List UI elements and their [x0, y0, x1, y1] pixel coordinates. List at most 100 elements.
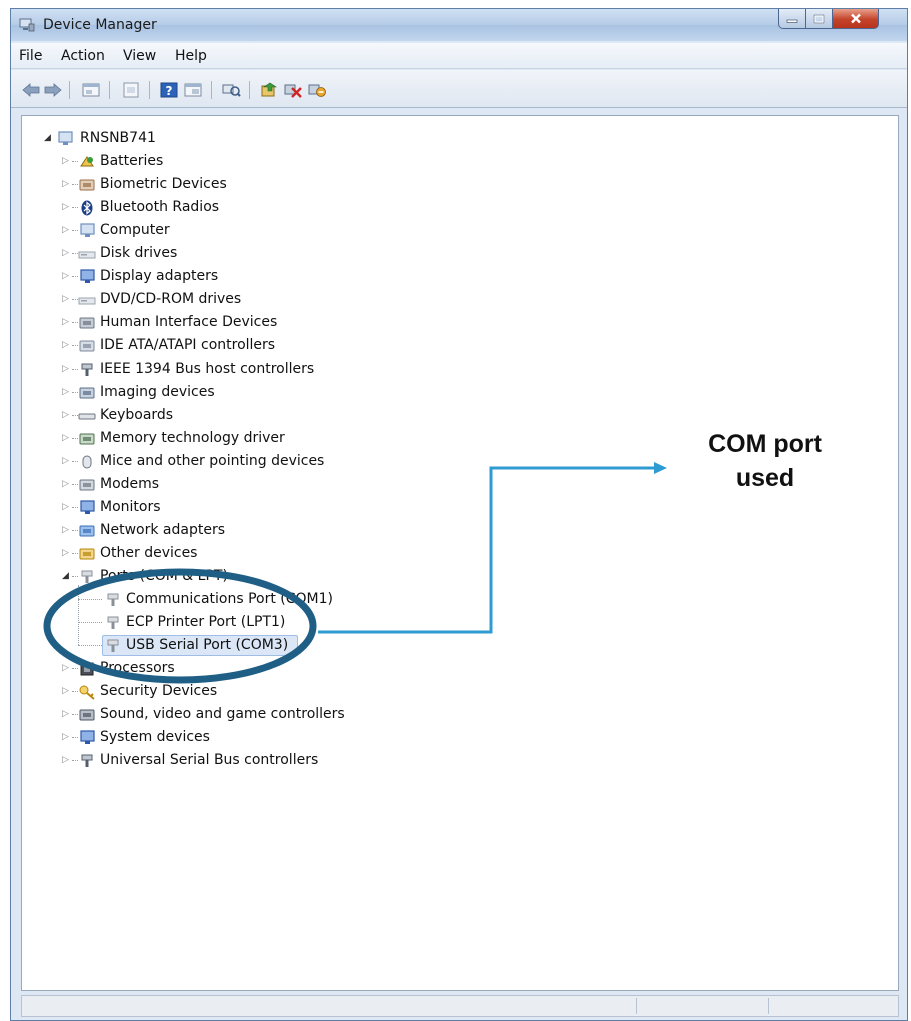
tree-category-label[interactable]: Disk drives: [100, 243, 177, 263]
expand-collapse-icon[interactable]: ▷: [62, 151, 69, 171]
expand-collapse-icon[interactable]: ◢: [62, 566, 69, 586]
tree-category-label[interactable]: Batteries: [100, 151, 163, 171]
expand-collapse-icon[interactable]: ◢: [44, 128, 51, 148]
callout-line-1: COM port: [708, 430, 822, 458]
biometric-icon: [79, 179, 95, 191]
tree-category-label[interactable]: DVD/CD-ROM drives: [100, 289, 241, 309]
disk-drive-icon: [78, 251, 96, 259]
expand-collapse-icon[interactable]: ▷: [62, 220, 69, 240]
callout-label: COM port used: [672, 427, 858, 495]
title-bar[interactable]: Device Manager: [11, 9, 907, 41]
menu-file[interactable]: File: [19, 48, 42, 64]
tree-category-label[interactable]: Modems: [100, 474, 159, 494]
properties-icon[interactable]: [81, 82, 101, 98]
computer-icon: [58, 131, 73, 145]
menu-help[interactable]: Help: [175, 48, 207, 64]
disable-icon[interactable]: [307, 82, 327, 98]
tree-category-label[interactable]: Bluetooth Radios: [100, 197, 219, 217]
expand-collapse-icon[interactable]: ▷: [62, 405, 69, 425]
tree-category-label[interactable]: Processors: [100, 658, 175, 678]
tree-child-label[interactable]: Communications Port (COM1): [126, 589, 333, 609]
ide-controller-icon: [79, 340, 95, 352]
tree-category-label[interactable]: Network adapters: [100, 520, 225, 540]
expand-collapse-icon[interactable]: ▷: [62, 451, 69, 471]
tree-category-label[interactable]: Security Devices: [100, 681, 217, 701]
tree-connector: [78, 585, 79, 646]
tree-category-label[interactable]: Monitors: [100, 497, 161, 517]
window-title: Device Manager: [43, 17, 157, 33]
toolbar-separator: [211, 81, 212, 99]
expand-collapse-icon[interactable]: ▷: [62, 520, 69, 540]
uninstall-icon[interactable]: [283, 82, 303, 98]
tree-category-label[interactable]: IEEE 1394 Bus host controllers: [100, 359, 314, 379]
expand-collapse-icon[interactable]: ▷: [62, 174, 69, 194]
expand-collapse-icon[interactable]: ▷: [62, 727, 69, 747]
expand-collapse-icon[interactable]: ▷: [62, 359, 69, 379]
scan-hardware-icon[interactable]: [221, 82, 241, 98]
help-icon[interactable]: ?: [159, 82, 179, 98]
tree-category-label[interactable]: Ports (COM & LPT): [100, 566, 228, 586]
battery-icon: [80, 156, 94, 167]
menu-view[interactable]: View: [123, 48, 156, 64]
hid-icon: [79, 317, 95, 329]
memory-icon: [79, 433, 95, 445]
expand-collapse-icon[interactable]: ▷: [62, 474, 69, 494]
expand-collapse-icon[interactable]: ▷: [62, 681, 69, 701]
expand-collapse-icon[interactable]: ▷: [62, 312, 69, 332]
tree-category-label[interactable]: Computer: [100, 220, 170, 240]
expand-collapse-icon[interactable]: ▷: [62, 243, 69, 263]
toolbar: ?: [11, 70, 907, 108]
keyboard-icon: [78, 413, 96, 420]
tree-child-label[interactable]: USB Serial Port (COM3): [126, 635, 288, 655]
tree-category-label[interactable]: Display adapters: [100, 266, 218, 286]
toolbar-separator: [149, 81, 150, 99]
tree-connector: [78, 599, 102, 600]
expand-collapse-icon[interactable]: ▷: [62, 543, 69, 563]
expand-collapse-icon[interactable]: ▷: [62, 197, 69, 217]
usb-icon: [81, 754, 93, 768]
update-driver-software-icon[interactable]: [259, 82, 279, 98]
tree-category-label[interactable]: Keyboards: [100, 405, 173, 425]
status-divider: [768, 998, 769, 1014]
expand-collapse-icon[interactable]: ▷: [62, 289, 69, 309]
tree-category-label[interactable]: Imaging devices: [100, 382, 215, 402]
tree-category-label[interactable]: Human Interface Devices: [100, 312, 277, 332]
network-adapter-icon: [79, 525, 95, 537]
expand-collapse-icon[interactable]: ▷: [62, 497, 69, 517]
tree-category-label[interactable]: Memory technology driver: [100, 428, 285, 448]
tree-category-label[interactable]: System devices: [100, 727, 210, 747]
expand-collapse-icon[interactable]: ▷: [62, 704, 69, 724]
back-arrow-icon[interactable]: [21, 82, 41, 98]
show-hide-icon[interactable]: [183, 82, 203, 98]
mouse-icon: [82, 455, 92, 469]
display-adapter-icon: [80, 269, 95, 284]
tree-category-label[interactable]: Sound, video and game controllers: [100, 704, 345, 724]
expand-collapse-icon[interactable]: ▷: [62, 428, 69, 448]
tree-category-label[interactable]: Biometric Devices: [100, 174, 227, 194]
tree-root-label[interactable]: RNSNB741: [80, 128, 156, 148]
minimize-button[interactable]: [778, 9, 806, 29]
tree-category-label[interactable]: Other devices: [100, 543, 197, 563]
expand-collapse-icon[interactable]: ▷: [62, 658, 69, 678]
maximize-button[interactable]: [806, 9, 833, 29]
tree-child-label[interactable]: ECP Printer Port (LPT1): [126, 612, 285, 632]
expand-collapse-icon[interactable]: ▷: [62, 750, 69, 770]
expand-collapse-icon[interactable]: ▷: [62, 266, 69, 286]
sound-icon: [79, 709, 95, 721]
update-driver-icon[interactable]: [121, 82, 141, 98]
tree-category-label[interactable]: Universal Serial Bus controllers: [100, 750, 318, 770]
tree-category-label[interactable]: Mice and other pointing devices: [100, 451, 324, 471]
tree-category-label[interactable]: IDE ATA/ATAPI controllers: [100, 335, 275, 355]
security-device-icon: [79, 685, 95, 700]
close-button[interactable]: [833, 9, 879, 29]
menu-action[interactable]: Action: [61, 48, 105, 64]
expand-collapse-icon[interactable]: ▷: [62, 382, 69, 402]
dvd-drive-icon: [78, 297, 96, 305]
expand-collapse-icon[interactable]: ▷: [62, 335, 69, 355]
monitor-icon: [80, 500, 95, 514]
device-tree[interactable]: ◢ RNSNB741 ▷ Batteries ▷ Biometric Devices…: [21, 115, 899, 991]
port-icon: [81, 570, 93, 583]
computer-icon: [80, 223, 95, 238]
maximize-icon: [813, 14, 825, 23]
forward-arrow-icon[interactable]: [43, 82, 63, 98]
